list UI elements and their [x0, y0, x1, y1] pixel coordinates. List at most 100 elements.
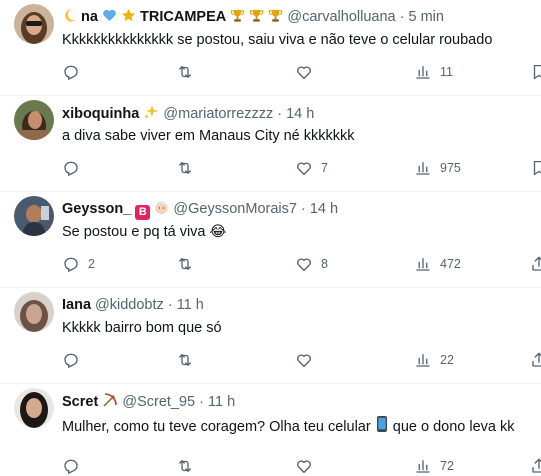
heart-icon [297, 258, 311, 272]
handle[interactable]: @carvalholluana [287, 9, 395, 25]
share-button[interactable] [530, 350, 541, 370]
retweet-button[interactable] [176, 62, 202, 82]
display-name[interactable]: na [81, 9, 98, 25]
action-bar: 72 [62, 456, 541, 476]
action-bar: 2 8 472 [62, 254, 541, 274]
retweet-button[interactable] [176, 158, 202, 178]
tweet-text: Mulher, como tu teve coragem? Olha teu c… [62, 415, 514, 438]
tweet-text: a diva sabe viver em Manaus City né kkkk… [62, 128, 355, 144]
handle[interactable]: @Scret_95 [122, 394, 195, 410]
bookmark-icon [533, 160, 541, 176]
avatar[interactable] [14, 292, 54, 332]
star-emoji-icon [121, 8, 136, 28]
retweet-button[interactable] [176, 254, 202, 274]
action-bar: 22 [62, 350, 541, 370]
separator: · [167, 297, 173, 313]
view-count: 975 [440, 161, 461, 175]
trophy-emoji-icon [268, 8, 283, 28]
sparkles-emoji-icon [143, 104, 159, 125]
reply-icon [64, 353, 78, 369]
reply-icon [64, 65, 78, 81]
views-chart-icon [416, 66, 430, 79]
views-button[interactable]: 22 [414, 350, 454, 370]
old-man-emoji-icon [154, 200, 169, 220]
avatar[interactable] [14, 196, 54, 236]
like-button[interactable] [295, 350, 321, 370]
tweet-text-part: que o dono leva kk [392, 419, 515, 435]
views-button[interactable]: 975 [414, 158, 461, 178]
tweet-text-part: Mulher, como tu teve coragem? Olha teu c… [62, 419, 371, 435]
reply-icon [64, 257, 78, 273]
reply-button[interactable] [62, 62, 88, 82]
reply-button[interactable]: 2 [62, 254, 95, 274]
share-button[interactable] [530, 254, 541, 274]
heart-icon [297, 162, 311, 176]
handle[interactable]: @mariatorrezzzz [163, 106, 273, 122]
tweet-text: Kkkkk bairro bom que só [62, 320, 222, 336]
tweet-text: Se postou e pq tá viva 😂 [62, 224, 227, 240]
reply-tweet[interactable]: Geysson_ B @GeyssonMorais7 · 14 h Se pos… [0, 192, 541, 288]
share-button[interactable] [530, 456, 541, 476]
tweet-header: xiboquinha @mariatorrezzzz · 14 h [62, 104, 314, 125]
like-button[interactable]: 7 [295, 158, 328, 178]
tweet-text: Kkkkkkkkkkkkkkk se postou, saiu viva e n… [62, 32, 493, 48]
blue-heart-emoji-icon [102, 8, 117, 28]
retweet-icon [179, 66, 191, 78]
reply-button[interactable] [62, 456, 88, 476]
timestamp[interactable]: 11 h [177, 297, 204, 313]
view-count: 22 [440, 353, 454, 367]
tweet-header: Iana @kiddobtz · 11 h [62, 296, 204, 314]
display-name[interactable]: Geysson_ [62, 201, 131, 217]
display-name[interactable]: Scret [62, 394, 98, 410]
separator: · [300, 201, 306, 217]
retweet-button[interactable] [176, 456, 202, 476]
views-chart-icon [416, 460, 430, 473]
reply-icon [64, 459, 78, 475]
tweet-header: Scret @Scret_95 · 11 h [62, 392, 235, 413]
moon-emoji-icon [62, 8, 77, 28]
bookmark-button[interactable] [530, 62, 541, 82]
avatar[interactable] [14, 388, 54, 428]
mobile-phone-emoji-icon [375, 415, 389, 438]
avatar[interactable] [14, 100, 54, 140]
b-badge-icon: B [135, 205, 151, 220]
timestamp[interactable]: 11 h [208, 394, 235, 410]
timestamp[interactable]: 14 h [286, 106, 314, 122]
views-button[interactable]: 72 [414, 456, 454, 476]
display-name[interactable]: Iana [62, 297, 91, 313]
separator: · [277, 106, 283, 122]
retweet-icon [179, 354, 191, 366]
handle[interactable]: @kiddobtz [95, 297, 164, 313]
view-count: 11 [440, 65, 453, 79]
trophy-emoji-icon [230, 8, 245, 28]
like-count: 7 [321, 161, 328, 175]
display-name[interactable]: xiboquinha [62, 106, 139, 122]
reply-tweet[interactable]: Scret @Scret_95 · 11 h Mulher, como tu t… [0, 384, 541, 475]
tweet-header: na TRICAMPEA @carvalholluana · 5 min [62, 8, 444, 28]
reply-tweet[interactable]: na TRICAMPEA @carvalholluana · 5 min Kkk… [0, 0, 541, 96]
reply-tweet[interactable]: xiboquinha @mariatorrezzzz · 14 h a diva… [0, 96, 541, 192]
like-count: 8 [321, 257, 328, 271]
bow-and-arrow-emoji-icon [102, 392, 118, 413]
reply-count: 2 [88, 257, 95, 271]
reply-button[interactable] [62, 158, 88, 178]
like-button[interactable] [295, 456, 321, 476]
views-chart-icon [416, 354, 430, 367]
handle[interactable]: @GeyssonMorais7 [173, 201, 297, 217]
like-button[interactable] [295, 62, 321, 82]
reply-tweet[interactable]: Iana @kiddobtz · 11 h Kkkkk bairro bom q… [0, 288, 541, 384]
reply-button[interactable] [62, 350, 88, 370]
views-chart-icon [416, 162, 430, 175]
retweet-button[interactable] [176, 350, 202, 370]
bookmark-button[interactable] [530, 158, 541, 178]
like-button[interactable]: 8 [295, 254, 328, 274]
avatar[interactable] [14, 4, 54, 44]
bookmark-icon [533, 64, 541, 80]
views-button[interactable]: 11 [414, 62, 453, 82]
reply-icon [64, 161, 78, 177]
views-button[interactable]: 472 [414, 254, 461, 274]
timestamp[interactable]: 5 min [409, 9, 444, 25]
display-name-suffix[interactable]: TRICAMPEA [140, 9, 226, 25]
trophy-emoji-icon [249, 8, 264, 28]
timestamp[interactable]: 14 h [310, 201, 338, 217]
